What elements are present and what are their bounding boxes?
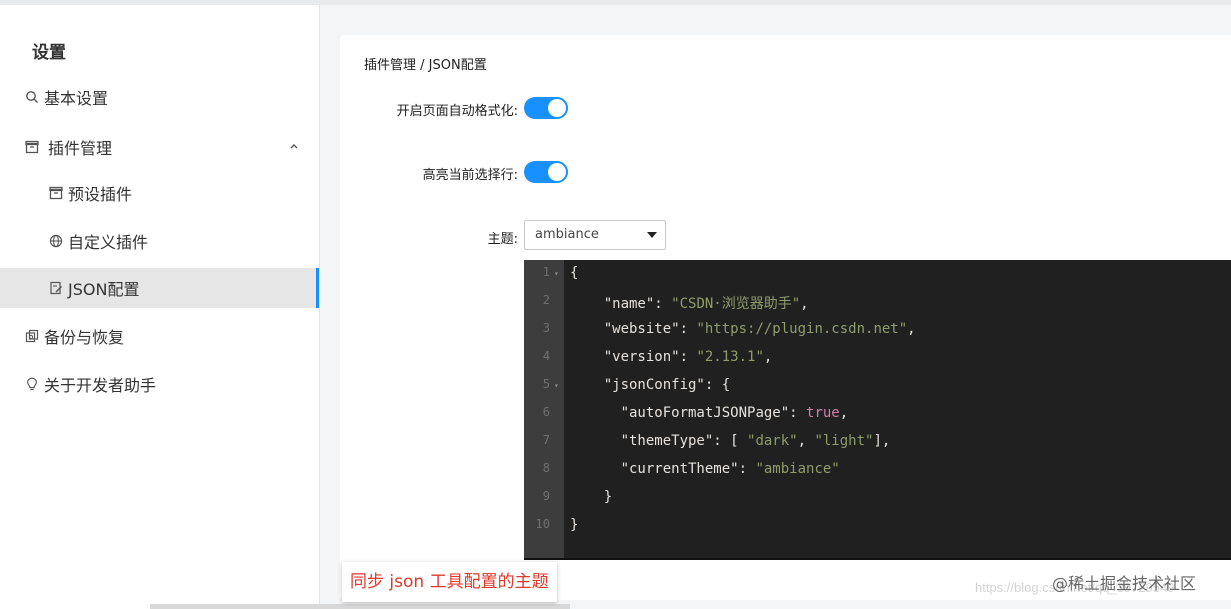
code-line: 1 ▾ { [524,265,1231,293]
sidebar-item-label: 备份与恢复 [44,328,125,347]
json-string: "dark" [747,433,798,449]
line-number: 2 [542,293,550,307]
code-line: 2 "name": "CSDN·浏览器助手", [524,293,1231,321]
toggle-knob [548,163,566,181]
sidebar-item-label: 预设插件 [68,185,133,204]
sidebar-item-custom-plugins[interactable]: 自定义插件 [0,221,319,261]
sidebar-title: 设置 [32,43,66,62]
json-boolean: true [806,405,840,421]
json-key: "autoFormatJSONPage" [620,405,790,421]
sidebar-item-label: 插件管理 [48,139,113,158]
json-key: "name" [603,296,655,312]
sidebar-item-basic-settings[interactable]: 基本设置 [0,77,319,117]
json-key: "version" [603,349,680,365]
sidebar-item-about-developer[interactable]: 关于开发者助手 [0,364,319,404]
caption-label: 同步 json 工具配置的主题 [342,562,557,602]
watermark-site: @稀土掘金技术社区 [1052,574,1197,593]
json-string: "light" [814,433,874,449]
bottom-shadow [150,604,570,609]
json-key: "themeType" [620,433,714,449]
sidebar-item-backup-restore[interactable]: 备份与恢复 [0,316,319,356]
sidebar-item-plugin-management[interactable]: 插件管理 [0,127,319,167]
code-line: 5 ▾ "jsonConfig": { [524,377,1231,405]
line-number: 7 [542,433,550,447]
sidebar-item-label: JSON配置 [68,280,140,299]
code-line: 8 "currentTheme": "ambiance" [524,461,1231,489]
code-line: 7 "themeType": [ "dark", "light"], [524,433,1231,461]
line-number: 4 [542,349,550,363]
json-string: "https://plugin.csdn.net" [696,321,908,337]
fold-arrow-icon[interactable]: ▾ [554,269,559,278]
settings-sidebar: 设置 基本设置 插件管理 预设插件 自定义插件 JSON配置 备份与恢复 关于开… [0,5,320,609]
sidebar-item-label: 自定义插件 [68,233,149,252]
chevron-up-icon[interactable] [289,141,299,151]
theme-label: 主题: [487,232,518,247]
code-line: 4 "version": "2.13.1", [524,349,1231,377]
auto-format-toggle[interactable] [524,97,568,119]
copy-icon [24,328,40,344]
brace: } [603,489,613,505]
bulb-icon [24,376,40,392]
fold-arrow-icon[interactable]: ▾ [554,381,559,390]
highlight-line-toggle[interactable] [524,161,568,183]
line-number: 5 [542,377,550,391]
line-number: 3 [542,321,550,335]
line-number: 8 [542,461,550,475]
globe-icon [48,233,64,249]
json-string: "2.13.1" [696,349,764,365]
json-key: "website" [603,321,680,337]
code-line: 10 } [524,517,1231,545]
line-number: 6 [542,405,550,419]
sidebar-item-preset-plugins[interactable]: 预设插件 [0,173,319,213]
brace: { [570,265,579,281]
file-edit-icon [48,280,64,296]
highlight-line-label: 高亮当前选择行: [422,168,518,183]
code-line: 9 } [524,489,1231,517]
breadcrumb: 插件管理 / JSON配置 [364,58,487,73]
json-string: "ambiance" [755,461,840,477]
search-icon [24,89,40,105]
theme-select[interactable]: ambiance [524,220,666,250]
sidebar-item-json-config[interactable]: JSON配置 [0,268,319,308]
sidebar-item-label: 关于开发者助手 [44,376,157,395]
caret-down-icon [647,232,657,238]
auto-format-label: 开启页面自动格式化: [396,104,518,119]
json-code-editor[interactable]: 1 ▾ { 2 "name": "CSDN·浏览器助手", 3 "website… [524,260,1231,560]
theme-select-value: ambiance [535,227,599,242]
json-string: "CSDN·浏览器助手" [671,296,801,312]
json-key: "jsonConfig" [603,377,705,393]
line-number: 10 [535,517,550,531]
box-icon [24,139,40,155]
code-line: 6 "autoFormatJSONPage": true, [524,405,1231,433]
line-number: 1 [542,265,550,279]
code-line: 3 "website": "https://plugin.csdn.net", [524,321,1231,349]
brace: } [570,517,579,533]
box-icon [48,185,64,201]
editor-bottom-edge [524,558,1231,560]
settings-card: 插件管理 / JSON配置 开启页面自动格式化: 高亮当前选择行: 主题: am… [340,35,1231,600]
sidebar-item-label: 基本设置 [44,89,109,108]
json-key: "currentTheme" [620,461,739,477]
toggle-knob [548,99,566,117]
line-number: 9 [542,489,550,503]
